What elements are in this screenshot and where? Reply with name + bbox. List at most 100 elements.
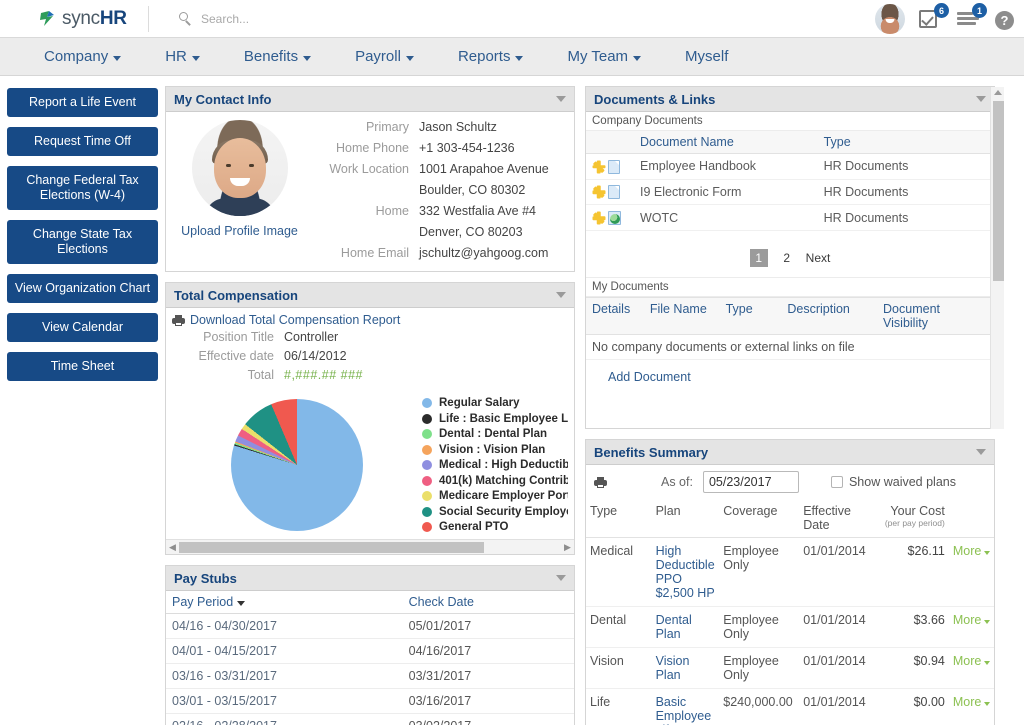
benefit-plan-link[interactable]: Dental Plan (651, 606, 720, 648)
column-header-document-name[interactable]: Document Name (634, 131, 818, 154)
nav-item-my-team[interactable]: My Team (545, 38, 663, 76)
column-header-coverage[interactable]: Coverage (719, 499, 800, 538)
document-name-link[interactable]: WOTC (634, 204, 818, 232)
table-row: Employee Handbook HR Documents (586, 153, 994, 180)
benefit-effective-date: 01/01/2014 (799, 647, 871, 689)
benefit-type: Dental (586, 606, 652, 648)
column-header-pay-period[interactable]: Pay Period (166, 591, 403, 614)
sidebar-item-report-life-event[interactable]: Report a Life Event (7, 88, 158, 117)
column-header-type[interactable]: Type (817, 131, 994, 154)
document-name-link[interactable]: Employee Handbook (634, 153, 818, 180)
document-type: HR Documents (817, 153, 994, 180)
pay-period-link[interactable]: 04/01 - 04/15/2017 (166, 638, 403, 664)
sidebar-item-view-calendar[interactable]: View Calendar (7, 313, 158, 342)
horizontal-scrollbar[interactable]: ◀ ▶ (166, 539, 574, 554)
download-label: Download Total Compensation Report (190, 313, 401, 327)
column-header-icons (586, 131, 634, 154)
contact-row: Home Email jschultz@yahgoog.com (307, 246, 568, 260)
column-header-effective-date[interactable]: Effective Date (799, 499, 871, 538)
page-1-button[interactable]: 1 (749, 249, 768, 268)
column-header-description[interactable]: Description (781, 298, 877, 334)
pay-period-link[interactable]: 03/16 - 03/31/2017 (166, 663, 403, 689)
document-name-link[interactable]: I9 Electronic Form (634, 179, 818, 206)
column-header-check-date[interactable]: Check Date (402, 591, 574, 614)
page-2-button[interactable]: 2 (778, 249, 796, 267)
field-value: jschultz@yahgoog.com (419, 246, 549, 260)
column-header-type[interactable]: Type (720, 298, 782, 334)
show-waived-plans-toggle[interactable]: Show waived plans (830, 475, 956, 489)
column-header-details[interactable]: Details (586, 298, 644, 334)
file-icon[interactable] (608, 159, 620, 174)
table-row: Medical High Deductible PPO $2,500 HP Em… (586, 537, 994, 607)
checkbox-icon[interactable] (830, 476, 843, 488)
more-link[interactable]: More (953, 695, 991, 709)
as-of-date-input[interactable] (702, 471, 799, 493)
panel-benefits-summary: Benefits Summary As of: Show waived plan… (585, 439, 995, 725)
download-compensation-report-link[interactable]: Download Total Compensation Report (172, 313, 568, 327)
scrollbar-thumb[interactable] (993, 101, 1004, 281)
chevron-down-icon (113, 56, 122, 61)
file-icon[interactable] (608, 185, 620, 200)
scroll-left-icon[interactable]: ◀ (166, 542, 179, 553)
field-value: Controller (284, 330, 339, 344)
collapse-chevron-icon[interactable] (556, 575, 566, 581)
help-icon[interactable]: ? (995, 10, 1014, 30)
nav-item-benefits[interactable]: Benefits (222, 38, 333, 76)
column-label: Your Cost (890, 504, 945, 518)
print-icon[interactable] (594, 476, 607, 488)
pay-period-link[interactable]: 03/01 - 03/15/2017 (166, 688, 403, 714)
more-link[interactable]: More (953, 654, 991, 668)
collapse-chevron-icon[interactable] (976, 96, 986, 102)
global-search[interactable] (179, 10, 379, 27)
sidebar-item-change-federal-tax[interactable]: Change Federal Tax Elections (W-4) (7, 166, 158, 210)
sidebar-item-request-time-off[interactable]: Request Time Off (7, 127, 158, 156)
benefit-coverage: $240,000.00 (719, 688, 800, 725)
scrollbar-thumb[interactable] (179, 542, 484, 553)
panel-header: My Contact Info (166, 87, 574, 112)
messages-button[interactable]: 1 (957, 3, 987, 30)
avatar[interactable] (875, 4, 905, 34)
benefit-plan-link[interactable]: Vision Plan (651, 647, 720, 689)
check-date: 04/16/2017 (402, 638, 574, 664)
benefit-plan-link[interactable]: Basic Employee Life (651, 688, 720, 725)
table-row: WOTC HR Documents (586, 204, 994, 232)
benefit-plan-link[interactable]: High Deductible PPO $2,500 HP (651, 537, 720, 607)
nav-item-reports[interactable]: Reports (436, 38, 546, 76)
nav-item-hr[interactable]: HR (143, 38, 222, 76)
column-header-plan[interactable]: Plan (651, 499, 720, 538)
nav-item-company[interactable]: Company (22, 38, 143, 76)
pagination: 1 2 Next (586, 231, 994, 277)
pay-period-link[interactable]: 02/16 - 02/28/2017 (166, 713, 403, 725)
column-header-your-cost[interactable]: Your Cost (per pay period) (870, 499, 949, 538)
nav-item-myself[interactable]: Myself (663, 38, 750, 76)
search-input[interactable] (199, 10, 379, 27)
pay-period-link[interactable]: 04/16 - 04/30/2017 (166, 613, 403, 639)
legend-color-swatch (422, 522, 432, 532)
globe-icon[interactable] (608, 211, 621, 226)
add-document-link[interactable]: Add Document (586, 360, 994, 394)
more-link[interactable]: More (953, 544, 991, 558)
collapse-chevron-icon[interactable] (556, 96, 566, 102)
collapse-chevron-icon[interactable] (556, 292, 566, 298)
scroll-up-icon[interactable] (994, 90, 1002, 95)
field-value: 06/14/2012 (284, 349, 347, 363)
more-link[interactable]: More (953, 613, 991, 627)
collapse-chevron-icon[interactable] (976, 449, 986, 455)
sidebar-item-change-state-tax[interactable]: Change State Tax Elections (7, 220, 158, 264)
app-logo[interactable]: syncHR (0, 0, 148, 38)
panel-header: Benefits Summary (586, 440, 994, 465)
nav-item-payroll[interactable]: Payroll (333, 38, 436, 76)
scroll-right-icon[interactable]: ▶ (561, 542, 574, 553)
sidebar-item-time-sheet[interactable]: Time Sheet (7, 352, 158, 381)
upload-profile-image-link[interactable]: Upload Profile Image (172, 224, 307, 238)
field-label: Effective date (198, 349, 274, 363)
benefit-effective-date: 01/01/2014 (799, 537, 871, 607)
column-header-type[interactable]: Type (586, 499, 652, 538)
sidebar-item-view-org-chart[interactable]: View Organization Chart (7, 274, 158, 303)
column-header-file-name[interactable]: File Name (644, 298, 720, 334)
table-row: 03/16 - 03/31/2017 03/31/2017 (166, 663, 574, 689)
next-page-button[interactable]: Next (806, 251, 831, 265)
column-header-document-visibility[interactable]: Document Visibility (877, 298, 994, 334)
tasks-button[interactable]: 6 (919, 3, 949, 30)
documents-vertical-scrollbar[interactable] (990, 87, 1004, 429)
